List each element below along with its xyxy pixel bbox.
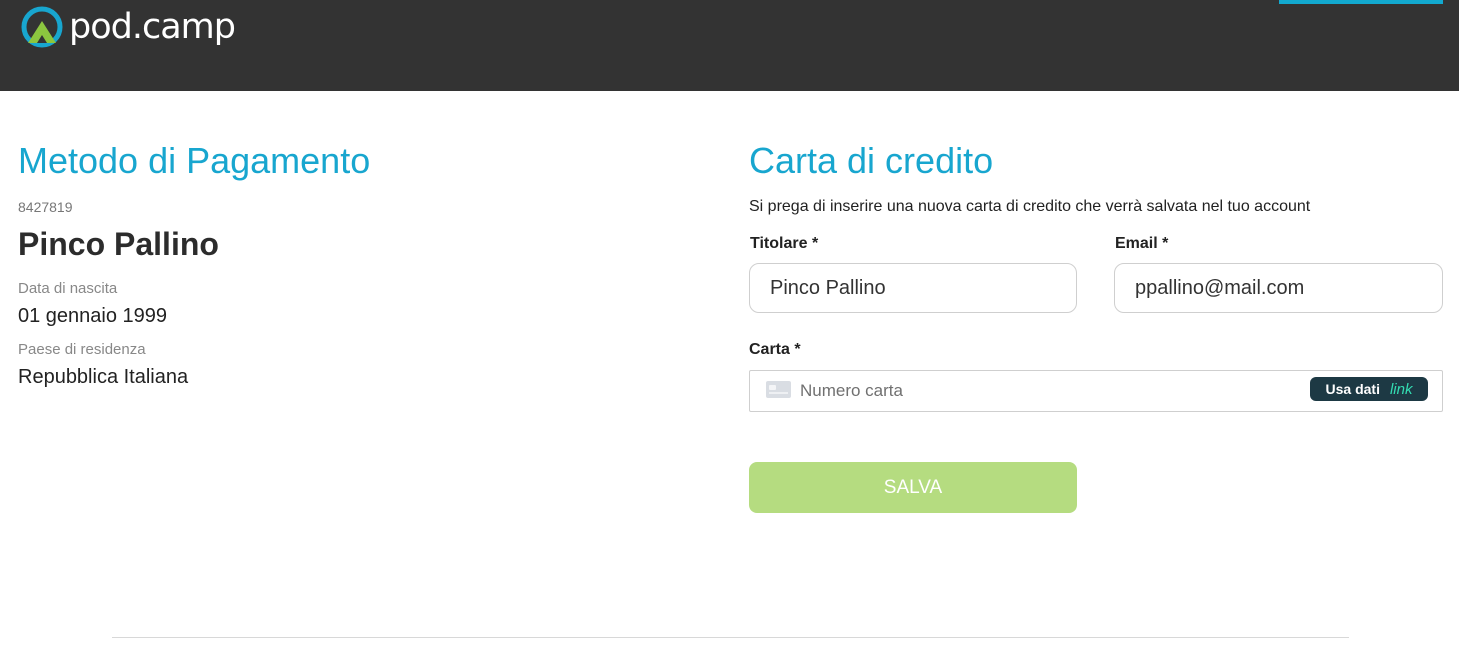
save-button[interactable]: SALVA: [749, 462, 1077, 513]
credit-card-icon: [766, 381, 791, 398]
dob-value: 01 gennaio 1999: [18, 305, 168, 327]
email-label: Email *: [1115, 235, 1169, 252]
podcamp-logo-icon: [21, 6, 63, 48]
card-label: Carta *: [749, 341, 801, 358]
customer-name: Pinco Pallino: [18, 226, 219, 262]
card-number-input[interactable]: [800, 377, 1300, 405]
holder-input[interactable]: [749, 263, 1077, 313]
card-number-field[interactable]: Usa dati link: [749, 370, 1443, 412]
payment-method-title: Metodo di Pagamento: [18, 140, 371, 181]
link-button-label: Usa dati: [1325, 381, 1380, 397]
form-instructions: Si prega di inserire una nuova carta di …: [749, 198, 1311, 215]
country-label: Paese di residenza: [18, 341, 146, 358]
holder-label: Titolare *: [750, 235, 819, 252]
credit-card-title: Carta di credito: [749, 140, 994, 181]
brand-logo[interactable]: pod.camp: [20, 4, 236, 50]
customer-id: 8427819: [18, 199, 73, 215]
use-link-data-button[interactable]: Usa dati link: [1310, 377, 1428, 401]
brand-name: pod.camp: [69, 7, 236, 47]
country-value: Repubblica Italiana: [18, 366, 189, 388]
link-brand-wordmark: link: [1389, 380, 1413, 398]
email-input[interactable]: [1114, 263, 1443, 313]
top-header: pod.camp: [0, 0, 1459, 91]
footer-divider: [112, 637, 1349, 638]
dob-label: Data di nascita: [18, 280, 118, 297]
header-accent-bar: [1279, 0, 1443, 4]
